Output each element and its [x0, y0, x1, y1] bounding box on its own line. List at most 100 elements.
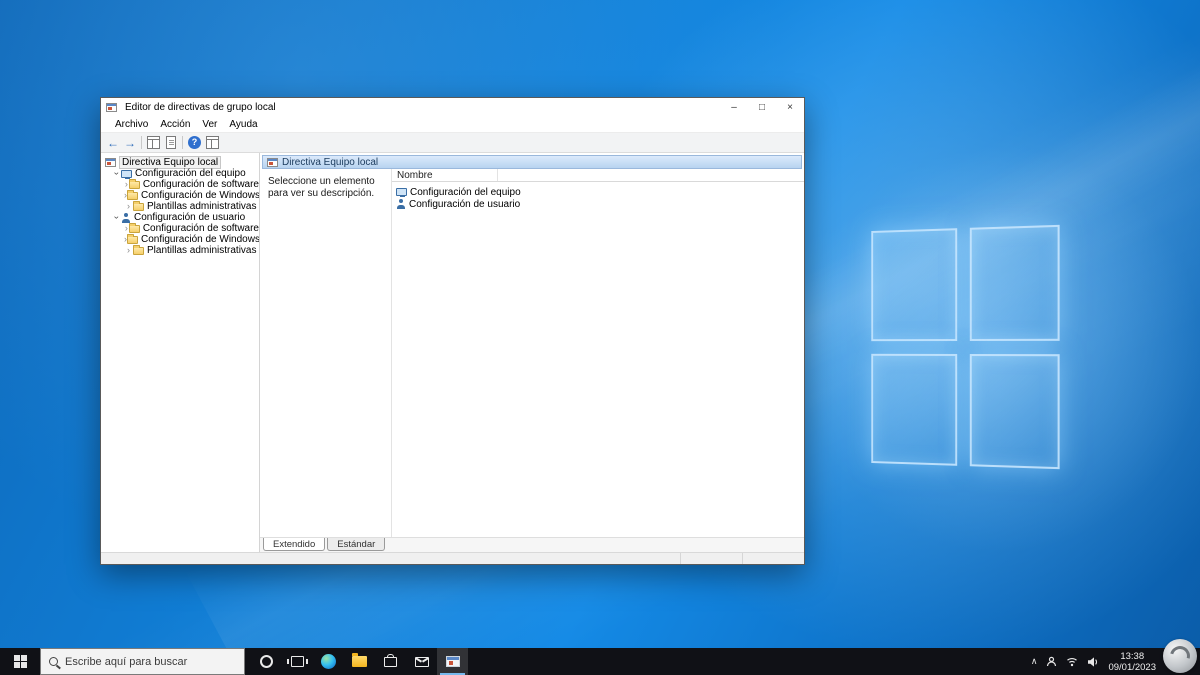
folder-icon	[133, 203, 144, 211]
task-view-button[interactable]	[282, 648, 313, 675]
list-item-label: Configuración de usuario	[409, 199, 520, 210]
menu-bar: Archivo Acción Ver Ayuda	[101, 117, 804, 133]
window-titlebar[interactable]: Editor de directivas de grupo local – □ …	[101, 98, 804, 117]
tree-item-config-software[interactable]: › Configuración de software	[101, 179, 259, 190]
chevron-right-icon[interactable]: ›	[124, 246, 133, 255]
tree-item-label: Configuración de software	[143, 179, 259, 190]
toolbar-separator	[141, 136, 142, 149]
folder-icon	[127, 236, 138, 244]
gpedit-taskbar-button[interactable]	[437, 648, 468, 675]
folder-icon	[133, 247, 144, 255]
tree-item-label: Configuración de Windows	[141, 190, 260, 201]
list-header-row: Nombre	[392, 169, 804, 182]
network-icon[interactable]	[1066, 656, 1078, 667]
chevron-down-icon[interactable]: ›	[112, 213, 121, 222]
result-pane-header: Directiva Equipo local	[262, 155, 802, 169]
start-button[interactable]	[0, 648, 40, 675]
tab-extendido[interactable]: Extendido	[263, 538, 325, 551]
clock-time: 13:38	[1108, 651, 1156, 662]
contact-icon[interactable]	[1046, 656, 1057, 667]
tab-estandar[interactable]: Estándar	[327, 538, 385, 551]
folder-icon	[352, 656, 367, 667]
taskbar-search-box[interactable]: Escribe aquí para buscar	[40, 648, 245, 675]
column-header-nombre[interactable]: Nombre	[392, 169, 498, 181]
chevron-down-icon[interactable]: ›	[112, 169, 121, 178]
windows-start-icon	[14, 655, 27, 668]
store-button[interactable]	[375, 648, 406, 675]
tree-item-config-usuario[interactable]: › Configuración de usuario	[101, 212, 259, 223]
view-tabs: Extendido Estándar	[260, 537, 804, 552]
tree-item-label: Plantillas administrativas	[147, 201, 257, 212]
new-window-icon[interactable]	[206, 136, 219, 149]
items-list: Nombre Configuración del equipo Configur…	[392, 169, 804, 537]
tree-item-config-software-usuario[interactable]: › Configuración de software	[101, 223, 259, 234]
tree-item-plantillas-admin[interactable]: › Plantillas administrativas	[101, 201, 259, 212]
result-pane: Directiva Equipo local Seleccione un ele…	[260, 153, 804, 552]
cortana-button[interactable]	[251, 648, 282, 675]
list-item-config-equipo[interactable]: Configuración del equipo	[392, 186, 804, 198]
store-icon	[384, 657, 397, 667]
mail-button[interactable]	[406, 648, 437, 675]
mail-icon	[415, 657, 429, 667]
task-view-icon	[291, 656, 304, 667]
minimize-button[interactable]: –	[720, 98, 748, 117]
folder-icon	[129, 181, 140, 189]
tree-item-label: Configuración de usuario	[134, 212, 245, 223]
menu-ayuda[interactable]: Ayuda	[223, 119, 263, 130]
folder-icon	[129, 225, 140, 233]
list-items: Configuración del equipo Configuración d…	[392, 182, 804, 210]
tree-item-label: Configuración del equipo	[135, 168, 246, 179]
app-icon	[106, 103, 117, 112]
result-pane-title: Directiva Equipo local	[282, 157, 378, 168]
edge-icon	[321, 654, 336, 669]
close-button[interactable]: ×	[776, 98, 804, 117]
search-placeholder: Escribe aquí para buscar	[65, 656, 187, 668]
status-bar	[101, 552, 804, 564]
console-tree-icon[interactable]	[147, 136, 160, 149]
tree-item-plantillas-admin-usuario[interactable]: › Plantillas administrativas	[101, 245, 259, 256]
taskbar-app-icons	[251, 648, 468, 675]
tree-item-label: Configuración de Windows	[141, 234, 260, 245]
result-pane-body: Seleccione un elemento para ver su descr…	[260, 169, 804, 537]
user-icon	[121, 213, 131, 223]
taskbar: Escribe aquí para buscar ∧ 13:38 09/01/2…	[0, 648, 1200, 675]
tree-item-config-equipo[interactable]: › Configuración del equipo	[101, 168, 259, 179]
list-item-label: Configuración del equipo	[410, 187, 521, 198]
tree-item-root[interactable]: Directiva Equipo local	[101, 157, 259, 168]
tree-item-label: Configuración de software	[143, 223, 259, 234]
tree-item-config-windows-usuario[interactable]: › Configuración de Windows	[101, 234, 259, 245]
menu-ver[interactable]: Ver	[196, 119, 223, 130]
windows-logo-pane	[969, 354, 1059, 470]
windows-logo-pane	[871, 228, 956, 340]
back-icon[interactable]: ←	[107, 137, 119, 149]
list-item-config-usuario[interactable]: Configuración de usuario	[392, 198, 804, 210]
status-cell	[680, 553, 742, 564]
tree-item-label: Plantillas administrativas	[147, 245, 257, 256]
console-tree-pane: Directiva Equipo local › Configuración d…	[101, 153, 260, 552]
menu-archivo[interactable]: Archivo	[109, 119, 154, 130]
file-explorer-button[interactable]	[344, 648, 375, 675]
volume-icon[interactable]	[1087, 656, 1099, 668]
maximize-button[interactable]: □	[748, 98, 776, 117]
search-icon	[49, 657, 58, 666]
menu-accion[interactable]: Acción	[154, 119, 196, 130]
help-icon[interactable]: ?	[188, 136, 201, 149]
cortana-icon	[260, 655, 273, 668]
console-icon	[105, 158, 116, 167]
site-watermark	[1163, 639, 1197, 673]
window-content: Directiva Equipo local › Configuración d…	[101, 153, 804, 552]
tree-item-config-windows[interactable]: › Configuración de Windows	[101, 190, 259, 201]
toolbar: ← → ?	[101, 133, 804, 153]
taskbar-clock[interactable]: 13:38 09/01/2023	[1108, 651, 1156, 673]
export-list-icon[interactable]	[166, 136, 176, 149]
status-cell	[742, 553, 804, 564]
windows-logo-pane	[871, 353, 956, 465]
windows-logo	[871, 225, 1059, 469]
hidden-icons-chevron[interactable]: ∧	[1031, 656, 1038, 667]
console-icon	[267, 158, 278, 167]
chevron-right-icon[interactable]: ›	[124, 202, 133, 211]
forward-icon[interactable]: →	[124, 137, 136, 149]
computer-icon	[396, 188, 407, 196]
user-icon	[396, 199, 406, 209]
edge-button[interactable]	[313, 648, 344, 675]
